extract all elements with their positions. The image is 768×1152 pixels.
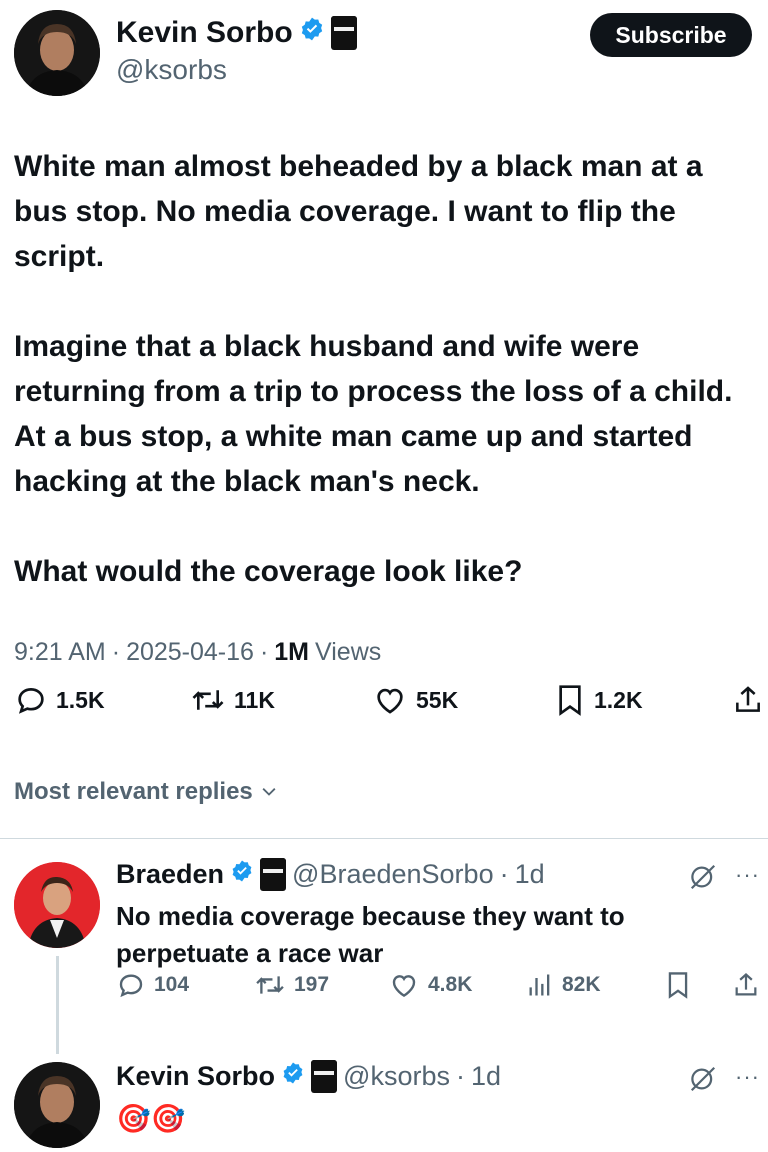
chevron-down-icon bbox=[259, 782, 279, 802]
heart-icon bbox=[388, 970, 420, 1000]
author-name[interactable]: Kevin Sorbo bbox=[116, 16, 293, 50]
reply-icon bbox=[14, 683, 48, 717]
post-paragraph: What would the coverage look like? bbox=[14, 555, 523, 588]
grok-icon[interactable] bbox=[688, 1064, 718, 1099]
reply-author-handle[interactable]: @ksorbs bbox=[343, 1061, 450, 1092]
repost-icon bbox=[254, 970, 286, 1000]
like-count: 55K bbox=[416, 686, 459, 713]
reply-author-name[interactable]: Braeden bbox=[116, 859, 224, 890]
grok-icon[interactable] bbox=[688, 862, 718, 897]
like-button[interactable]: 55K bbox=[372, 683, 458, 717]
meta-separator: · bbox=[111, 638, 121, 666]
views-count: 82K bbox=[562, 973, 601, 996]
post-paragraph: White man almost beheaded by a black man… bbox=[14, 150, 703, 273]
repost-button[interactable]: 11K bbox=[190, 683, 275, 717]
reply-count: 1.5K bbox=[56, 686, 105, 713]
reply-avatar[interactable] bbox=[14, 1062, 100, 1148]
share-button[interactable] bbox=[732, 970, 760, 1000]
repost-button[interactable]: 197 bbox=[254, 970, 329, 1000]
affiliate-badge-icon[interactable] bbox=[260, 858, 287, 891]
more-icon[interactable]: ··· bbox=[735, 862, 760, 888]
post-date[interactable]: 2025-04-16 bbox=[126, 638, 254, 667]
author-name-row: Kevin Sorbo bbox=[116, 16, 357, 50]
share-button[interactable] bbox=[732, 683, 764, 717]
heart-icon bbox=[372, 683, 408, 717]
thread-line bbox=[56, 956, 59, 1054]
bookmark-icon bbox=[664, 970, 692, 1000]
post-meta: 9:21 AM · 2025-04-16 · 1M Views bbox=[14, 638, 381, 667]
author-handle[interactable]: @ksorbs bbox=[116, 54, 227, 86]
subscribe-button[interactable]: Subscribe bbox=[590, 13, 752, 57]
post-time[interactable]: 9:21 AM bbox=[14, 638, 106, 667]
reply-icon bbox=[116, 970, 146, 1000]
bookmark-button[interactable]: 1.2K bbox=[554, 682, 643, 718]
replies-sort-label: Most relevant replies bbox=[14, 778, 253, 805]
reply-header: Braeden @BraedenSorbo · 1d bbox=[116, 858, 545, 891]
share-icon bbox=[732, 970, 760, 1000]
affiliate-badge-icon[interactable] bbox=[311, 1060, 338, 1093]
verified-badge-icon bbox=[281, 1061, 305, 1092]
reply-avatar[interactable] bbox=[14, 862, 100, 948]
reply-button[interactable]: 104 bbox=[116, 970, 189, 1000]
reply-button[interactable]: 1.5K bbox=[14, 683, 105, 717]
views-button[interactable]: 82K bbox=[526, 970, 601, 1000]
meta-separator: · bbox=[259, 638, 269, 666]
post-paragraph: Imagine that a black husband and wife we… bbox=[14, 330, 733, 498]
more-icon[interactable]: ··· bbox=[735, 1064, 760, 1090]
like-button[interactable]: 4.8K bbox=[388, 970, 472, 1000]
like-count: 4.8K bbox=[428, 973, 473, 996]
author-avatar[interactable] bbox=[14, 10, 100, 96]
reply-count: 104 bbox=[154, 973, 190, 996]
meta-separator: · bbox=[499, 859, 509, 889]
bookmark-icon bbox=[554, 682, 586, 718]
reply-age[interactable]: 1d bbox=[471, 1061, 501, 1092]
share-icon bbox=[732, 683, 764, 717]
bookmark-button[interactable] bbox=[664, 970, 692, 1000]
reply-author-name[interactable]: Kevin Sorbo bbox=[116, 1061, 275, 1092]
meta-separator: · bbox=[455, 1061, 465, 1091]
post-text: White man almost beheaded by a black man… bbox=[14, 144, 754, 594]
reply-text: 🎯🎯 bbox=[116, 1103, 186, 1134]
replies-divider bbox=[0, 838, 768, 839]
post-views-count: 1M bbox=[274, 638, 310, 666]
reply-text: No media coverage because they want to p… bbox=[116, 901, 625, 968]
repost-icon bbox=[190, 683, 226, 717]
verified-badge-icon bbox=[230, 859, 254, 890]
views-icon bbox=[526, 970, 554, 1000]
replies-sort-dropdown[interactable]: Most relevant replies bbox=[14, 778, 279, 806]
affiliate-badge-icon[interactable] bbox=[330, 16, 357, 50]
repost-count: 11K bbox=[234, 686, 275, 713]
bookmark-count: 1.2K bbox=[594, 686, 643, 713]
verified-badge-icon bbox=[299, 16, 325, 50]
post-views-label: Views bbox=[315, 638, 382, 666]
repost-count: 197 bbox=[294, 973, 330, 996]
reply-author-handle[interactable]: @BraedenSorbo bbox=[292, 859, 494, 890]
reply-header: Kevin Sorbo @ksorbs · 1d bbox=[116, 1060, 501, 1093]
reply-age[interactable]: 1d bbox=[515, 859, 545, 890]
